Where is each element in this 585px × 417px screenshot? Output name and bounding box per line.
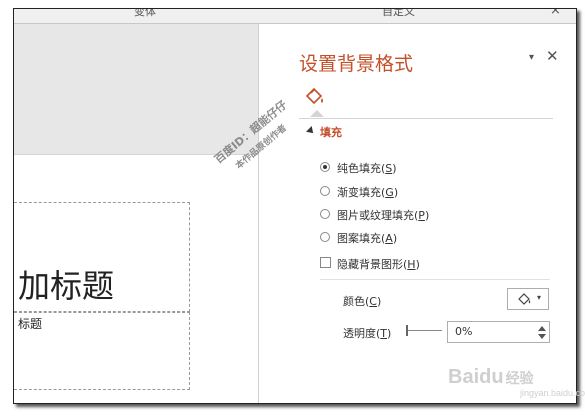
pane-title: 设置背景格式 (299, 53, 414, 75)
color-picker-button[interactable]: ▾ (507, 288, 549, 310)
radio-label: 纯色填充(S) (337, 162, 397, 175)
paint-bucket-icon[interactable] (304, 87, 326, 107)
baidu-brand-b: du (479, 366, 504, 388)
title-placeholder[interactable]: 加标题 (14, 202, 190, 312)
format-background-pane: 设置背景格式 ▾ ✕ 填充 纯色填充(S) 渐变填充(G) 图片或纹理填充(P)… (258, 24, 576, 403)
slide-edit-area: 加标题 标题 (14, 24, 258, 403)
transparency-label: 透明度(T) (343, 327, 392, 340)
radio-icon[interactable] (320, 162, 330, 172)
radio-icon[interactable] (320, 186, 330, 196)
baidu-suffix: 经验 (505, 370, 534, 386)
slide-canvas: 加标题 标题 (14, 154, 258, 403)
checkbox-icon[interactable] (320, 257, 331, 268)
divider (299, 118, 553, 119)
ribbon-gallery-strip: 变体 自定义 × (14, 9, 576, 24)
radio-label: 图片或纹理填充(P) (337, 209, 430, 222)
pane-close-icon[interactable]: ✕ (546, 47, 559, 65)
customize-group-label: 自定义 (382, 8, 415, 18)
pane-options-dropdown-icon[interactable]: ▾ (529, 52, 534, 63)
fill-tab-indicator (310, 110, 324, 117)
baidu-url: jingyan.baidu.com (520, 388, 585, 398)
subtitle-placeholder-text: 标题 (18, 317, 43, 331)
radio-label: 图案填充(A) (337, 232, 398, 245)
chevron-down-icon: ▾ (537, 293, 542, 302)
fill-section-header[interactable]: 填充 (320, 124, 342, 140)
app-window: 变体 自定义 × 加标题 标题 设置背景格式 ▾ ✕ 填充 纯色填充(S) 渐变… (13, 8, 577, 404)
collapse-arrow-icon[interactable] (306, 126, 316, 136)
divider (320, 279, 550, 280)
spin-up-icon[interactable] (538, 326, 546, 331)
close-icon[interactable]: × (550, 9, 561, 18)
transparency-slider-thumb[interactable] (406, 325, 408, 336)
color-label: 颜色(C) (343, 295, 382, 308)
transparency-spinbox[interactable]: 0% (447, 321, 550, 343)
baidu-jingyan-watermark: Baidu经验 jingyan.baidu.com (448, 366, 585, 398)
subtitle-placeholder[interactable]: 标题 (14, 312, 190, 390)
radio-label: 渐变填充(G) (337, 186, 399, 199)
transparency-slider-track[interactable] (406, 330, 442, 331)
variants-group-label: 变体 (134, 8, 156, 18)
checkbox-label: 隐藏背景图形(H) (337, 258, 420, 271)
baidu-brand-a: Bai (448, 366, 480, 388)
title-placeholder-text: 加标题 (18, 267, 115, 305)
transparency-value[interactable]: 0% (455, 325, 472, 338)
spin-down-icon[interactable] (538, 334, 546, 339)
paint-bucket-icon (518, 293, 531, 305)
radio-icon[interactable] (320, 232, 330, 242)
radio-icon[interactable] (320, 209, 330, 219)
